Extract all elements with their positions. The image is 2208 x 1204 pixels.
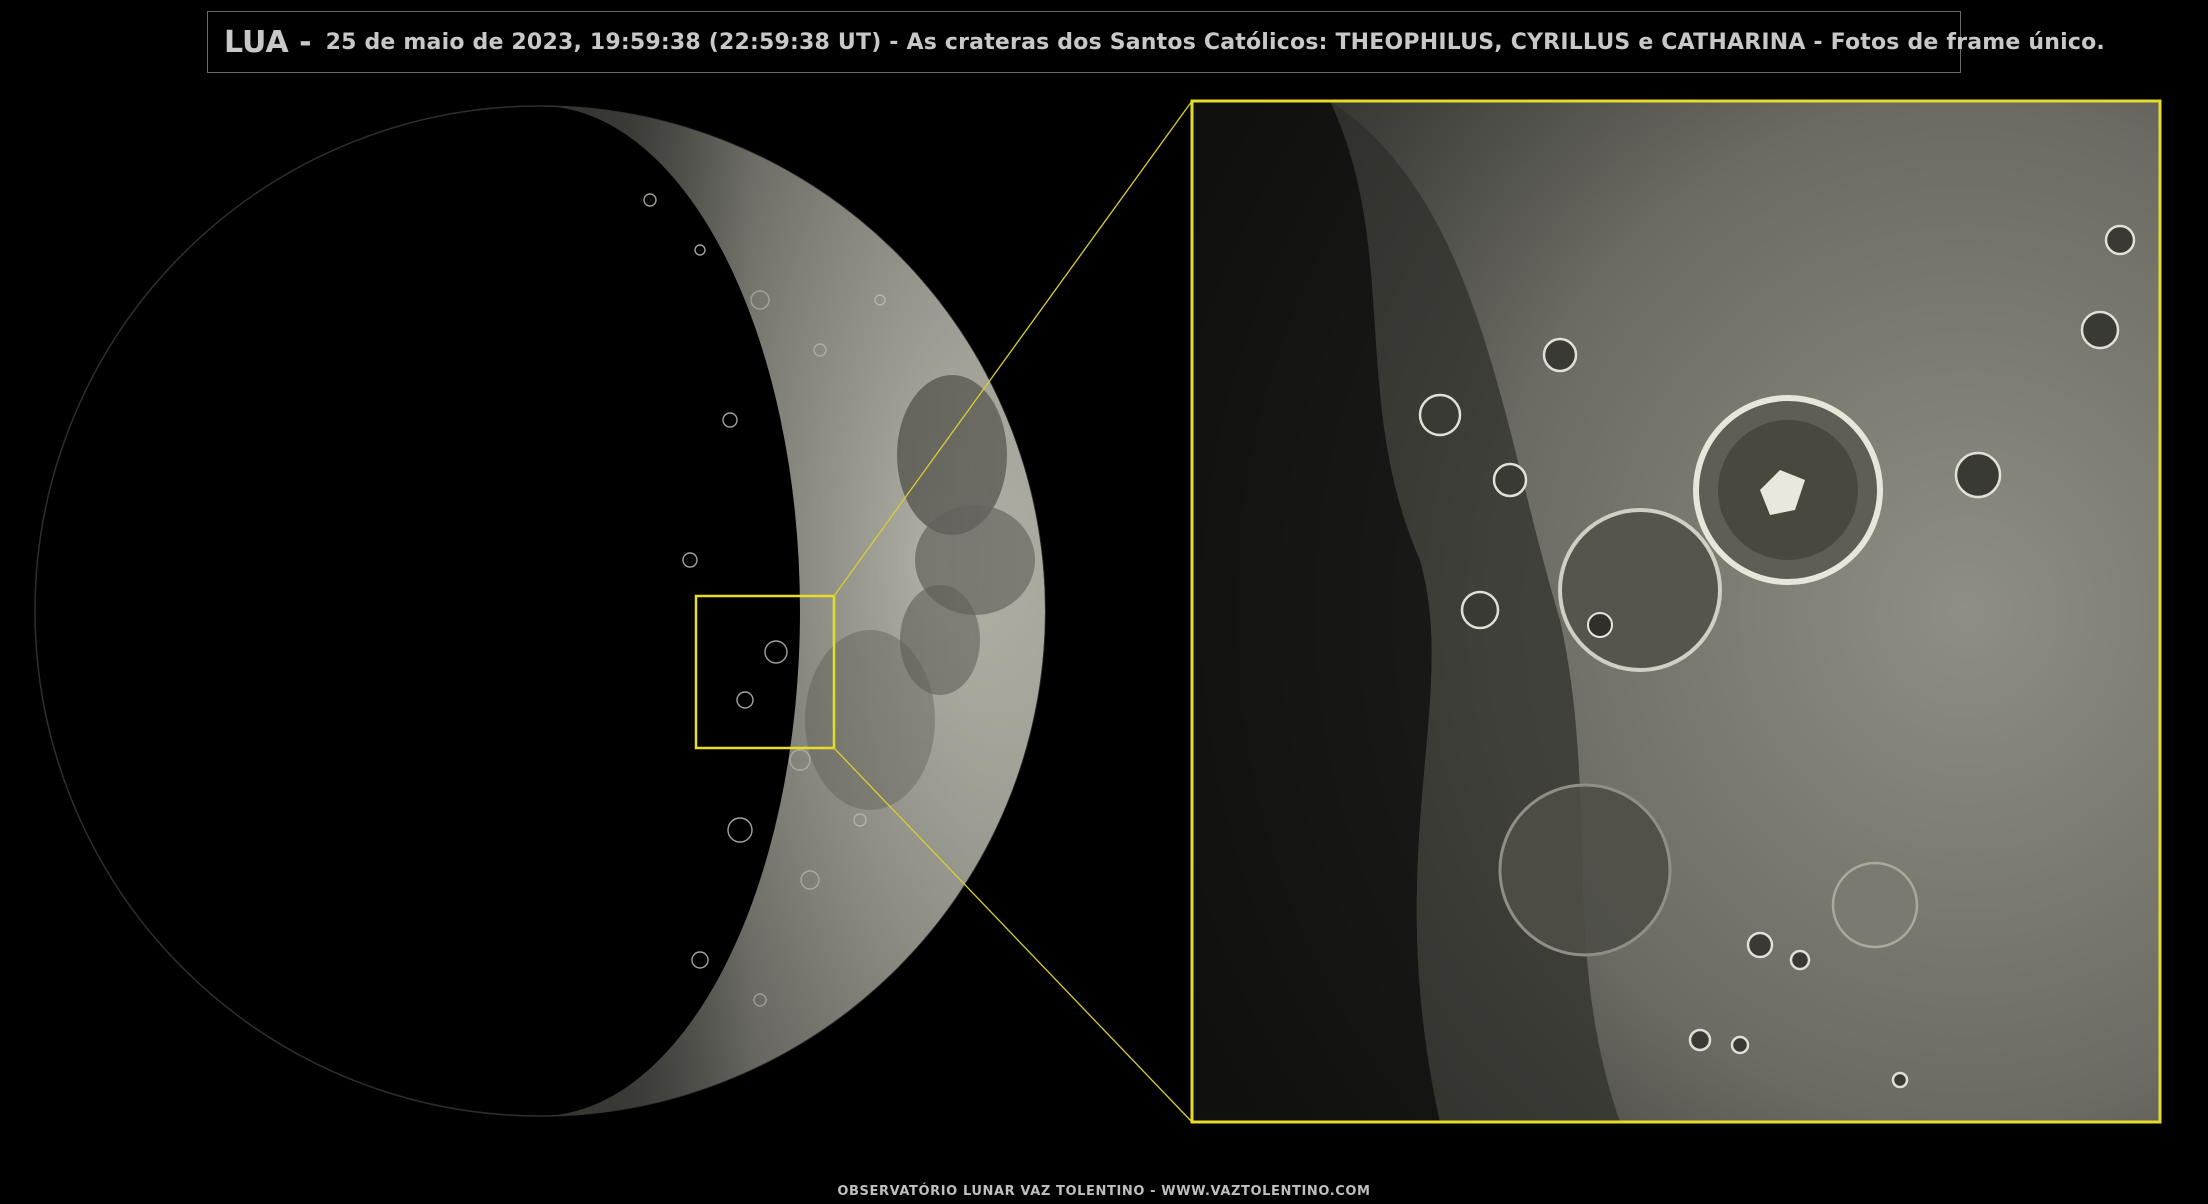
crater-cyrillus xyxy=(1558,508,1722,672)
crater-catharina xyxy=(1498,783,1672,957)
zoom-detail xyxy=(1192,101,2160,1122)
crater-theophilus xyxy=(1693,395,1883,585)
moon-composition xyxy=(34,99,2162,1124)
footer-credit: OBSERVATÓRIO LUNAR VAZ TOLENTINO - WWW.V… xyxy=(837,1184,1371,1199)
